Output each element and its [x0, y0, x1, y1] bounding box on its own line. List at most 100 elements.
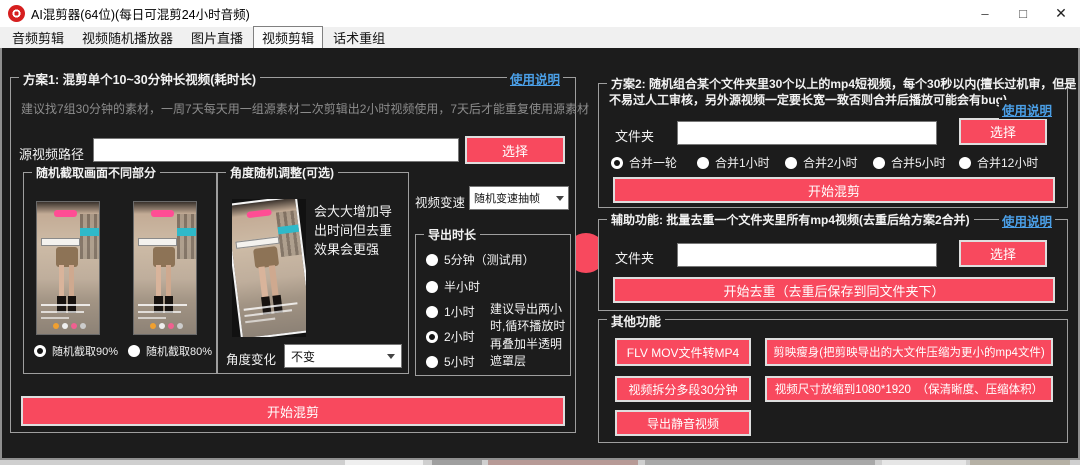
plan2-folder-input[interactable] — [677, 121, 937, 145]
dedupe-panel: 辅助功能: 批量去重一个文件夹里所有mp4视频(去重后给方案2合并) 使用说明 … — [598, 219, 1068, 311]
plan2-start-button[interactable]: 开始混剪 — [613, 177, 1055, 203]
app-window: AI混剪器(64位)(每日可混剪24小时音频) – □ ✕ 音频剪辑 视频随机播… — [0, 0, 1080, 465]
radio-label: 5小时 — [444, 353, 475, 370]
plan1-help-link[interactable]: 使用说明 — [507, 69, 563, 88]
thumb-caption-line — [41, 311, 84, 313]
minimize-icon[interactable]: – — [966, 0, 1004, 27]
plan2-title-line1: 方案2: 随机组合某个文件夹里30个以上的mp4短视频，每个30秒以内(擅长过机… — [607, 75, 1057, 92]
thumb-caption-line — [41, 317, 69, 319]
plan2-title-line2: 不易过人工审核，另外源视频一定要长宽一致否则合并后播放可能会有bug) — [609, 91, 1007, 108]
taskbar-segment — [645, 460, 875, 465]
thumb-caption-line — [138, 311, 181, 313]
radio-label: 随机截取90% — [52, 343, 118, 359]
angle-select-value: 不变 — [291, 348, 315, 365]
radio-label: 合并5小时 — [891, 154, 946, 171]
tab-random-player[interactable]: 视频随机播放器 — [74, 27, 181, 48]
source-path-input[interactable] — [93, 138, 459, 162]
plan1-hint-text: 建议找7组30分钟的素材，一周7天每天用一组源素材二次剪辑出2小时视频使用，7天… — [21, 100, 589, 117]
thumb-figure-leg — [59, 265, 65, 299]
plan1-start-button[interactable]: 开始混剪 — [21, 396, 565, 426]
radio-crop-80[interactable]: 随机截取80% — [128, 343, 212, 359]
resize-1080x1920-button[interactable]: 视频尺寸放缩到1080*1920 （保清晰度、压缩体积） — [765, 376, 1053, 402]
thumb-figure-shorts — [153, 247, 175, 267]
plan1-choose-button[interactable]: 选择 — [465, 136, 565, 164]
radio-merge-one-round[interactable]: 合并一轮 — [611, 154, 677, 171]
radio-merge-2h[interactable]: 合并2小时 — [785, 154, 858, 171]
speed-select[interactable]: 随机变速抽帧 — [469, 186, 569, 210]
radio-label: 合并12小时 — [977, 154, 1038, 171]
radio-duration-1h[interactable]: 1小时 — [426, 303, 475, 320]
tab-script-remix[interactable]: 话术重组 — [325, 27, 393, 48]
tab-audio-edit[interactable]: 音频剪辑 — [4, 27, 72, 48]
duration-note: 建议导出两小时,循环播放时再叠加半透明遮罩层 — [490, 301, 568, 371]
thumb-figure-shorts — [56, 247, 78, 267]
dedupe-help-link[interactable]: 使用说明 — [999, 211, 1055, 230]
taskbar-segment — [488, 460, 638, 465]
radio-label: 合并一轮 — [629, 154, 677, 171]
radio-dot — [959, 157, 971, 169]
close-icon[interactable]: ✕ — [1042, 0, 1080, 27]
radio-crop-90[interactable]: 随机截取90% — [34, 343, 118, 359]
taskbar-segment — [970, 460, 1070, 465]
thumb-caption-line — [138, 304, 188, 306]
angle-change-label: 角度变化 — [226, 349, 276, 368]
angle-group-title: 角度随机调整(可选) — [226, 164, 338, 181]
radio-dot — [697, 157, 709, 169]
radio-duration-2h[interactable]: 2小时 — [426, 328, 475, 345]
duration-group-title: 导出时长 — [424, 226, 480, 243]
split-30min-button[interactable]: 视频拆分多段30分钟 — [615, 376, 751, 402]
radio-merge-1h[interactable]: 合并1小时 — [697, 154, 770, 171]
window-title: AI混剪器(64位)(每日可混剪24小时音频) — [31, 4, 250, 23]
maximize-icon[interactable]: □ — [1004, 0, 1042, 27]
plan2-help-link[interactable]: 使用说明 — [999, 100, 1055, 119]
tab-video-edit[interactable]: 视频剪辑 — [253, 26, 323, 49]
crop-preview-thumbnail-1 — [36, 201, 100, 335]
radio-dot — [426, 331, 438, 343]
window-controls: – □ ✕ — [966, 0, 1080, 27]
radio-dot — [34, 345, 46, 357]
plan2-panel: 方案2: 随机组合某个文件夹里30个以上的mp4短视频，每个30秒以内(擅长过机… — [598, 83, 1068, 208]
dedupe-title: 辅助功能: 批量去重一个文件夹里所有mp4视频(去重后给方案2合并) — [607, 211, 974, 228]
radio-dot — [873, 157, 885, 169]
export-muted-video-button[interactable]: 导出静音视频 — [615, 410, 751, 436]
tab-bar: 音频剪辑 视频随机播放器 图片直播 视频剪辑 话术重组 — [0, 27, 1080, 48]
radio-dot — [426, 281, 438, 293]
main-content: 方案1: 混剪单个10~30分钟长视频(耗时长) 使用说明 建议找7组30分钟的… — [0, 48, 1080, 460]
radio-label: 1小时 — [444, 303, 475, 320]
radio-duration-30min[interactable]: 半小时 — [426, 278, 480, 295]
taskbar-segment — [432, 460, 482, 465]
angle-note: 会大大增加导出时间但去重效果会更强 — [314, 203, 404, 260]
thumb-pink-badge — [151, 210, 173, 217]
radio-merge-12h[interactable]: 合并12小时 — [959, 154, 1038, 171]
angle-select[interactable]: 不变 — [284, 344, 402, 368]
dedupe-folder-input[interactable] — [677, 243, 937, 267]
radio-label: 随机截取80% — [146, 343, 212, 359]
dedupe-choose-button[interactable]: 选择 — [959, 240, 1047, 267]
flv-mov-to-mp4-button[interactable]: FLV MOV文件转MP4 — [615, 338, 751, 366]
thumb-crowd — [177, 214, 196, 259]
dedupe-start-button[interactable]: 开始去重（去重后保存到同文件夹下） — [613, 277, 1055, 303]
thumb-crowd — [80, 214, 99, 259]
title-bar: AI混剪器(64位)(每日可混剪24小时音频) – □ ✕ — [0, 0, 1080, 27]
radio-duration-5h[interactable]: 5小时 — [426, 353, 475, 370]
radio-dot — [128, 345, 140, 357]
taskbar-strip — [0, 460, 1080, 465]
thumb-cyan-badge — [177, 228, 196, 235]
tab-image-live[interactable]: 图片直播 — [183, 27, 251, 48]
thumb-caption-line — [138, 317, 166, 319]
radio-dot — [426, 306, 438, 318]
duration-group: 导出时长 5分钟（测试用） 半小时 1小时 2小时 — [415, 234, 571, 376]
angle-group: 角度随机调整(可选) 会大大增加导出时间但去重效果会更强 角度变化 不变 — [217, 172, 409, 374]
thumb-reaction-dots — [53, 323, 86, 329]
others-panel: 其他功能 FLV MOV文件转MP4 剪映瘦身(把剪映导出的大文件压缩为更小的m… — [598, 319, 1068, 443]
speed-select-value: 随机变速抽帧 — [474, 190, 540, 206]
thumb-caption-line — [41, 304, 91, 306]
plan2-choose-button[interactable]: 选择 — [959, 118, 1047, 145]
source-path-label: 源视频路径 — [19, 144, 84, 163]
radio-duration-5min[interactable]: 5分钟（测试用） — [426, 251, 535, 268]
radio-dot — [785, 157, 797, 169]
radio-merge-5h[interactable]: 合并5小时 — [873, 154, 946, 171]
jianying-compress-button[interactable]: 剪映瘦身(把剪映导出的大文件压缩为更小的mp4文件) — [765, 338, 1053, 366]
plan1-title: 方案1: 混剪单个10~30分钟长视频(耗时长) — [19, 69, 260, 88]
app-logo-icon — [8, 5, 25, 22]
